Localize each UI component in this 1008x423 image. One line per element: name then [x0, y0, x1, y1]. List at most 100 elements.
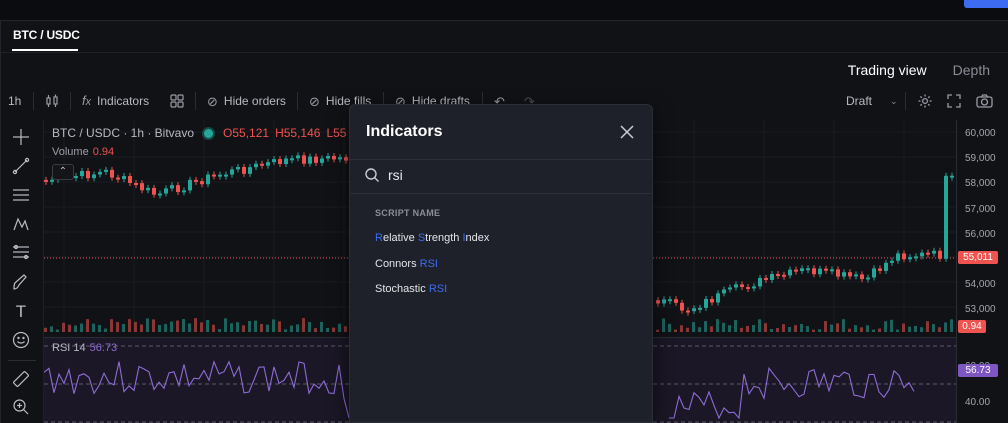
candle-body: [902, 253, 906, 260]
market-status-icon: [204, 128, 214, 138]
tab-trading-view[interactable]: Trading view: [848, 62, 927, 78]
volume-bar: [722, 322, 725, 332]
volume-bar: [950, 319, 953, 332]
candle-body: [812, 268, 816, 275]
volume-bar: [62, 322, 65, 332]
volume-bar: [740, 327, 743, 332]
candle-body: [320, 158, 324, 163]
horizontal-lines-icon[interactable]: [11, 186, 31, 206]
candle-body: [254, 163, 258, 168]
candle-body: [794, 269, 798, 272]
candle-body: [776, 274, 780, 277]
volume-bar: [278, 321, 281, 332]
current-price-tag: 55,011: [958, 251, 998, 264]
volume-bar: [818, 329, 821, 332]
interval-selector[interactable]: 1h: [8, 94, 21, 108]
volume-bar: [800, 323, 803, 332]
candle-body: [896, 253, 900, 261]
fullscreen-icon[interactable]: [947, 94, 961, 108]
match-highlight: RSI: [419, 258, 438, 270]
hide-orders-button[interactable]: ⊘ Hide orders: [207, 94, 286, 108]
candle-body: [944, 175, 948, 259]
brush-icon[interactable]: [11, 273, 31, 293]
candle-body: [908, 257, 912, 260]
volume-bar: [128, 319, 131, 332]
volume-bar: [206, 320, 209, 332]
price-axis[interactable]: 60,000 59,000 58,000 57,000 56,000 54,00…: [956, 120, 1008, 423]
volume-bar: [842, 319, 845, 332]
candle-body: [818, 268, 822, 275]
draft-selector[interactable]: Draft ⌄: [846, 94, 898, 108]
zoom-in-icon[interactable]: [11, 398, 31, 418]
volume-bar: [188, 323, 191, 332]
candle-body: [668, 299, 672, 302]
volume-bar: [284, 329, 287, 332]
indicator-search-input[interactable]: [388, 167, 628, 183]
templates-button[interactable]: [170, 94, 184, 108]
emoji-icon[interactable]: [11, 331, 31, 351]
volume-bar: [248, 320, 251, 332]
candle-body: [206, 174, 210, 185]
volume-bar: [926, 321, 929, 332]
top-accent-button[interactable]: [964, 0, 1008, 8]
pattern-icon[interactable]: [11, 215, 31, 235]
tab-divider: [0, 52, 1008, 53]
collapse-legend-button[interactable]: ⌃: [52, 164, 74, 180]
candle-body: [122, 176, 126, 180]
close-icon[interactable]: [618, 123, 636, 141]
candle-body: [170, 185, 174, 189]
pair-tab[interactable]: BTC / USDC: [13, 28, 80, 42]
volume-bar: [158, 325, 161, 332]
volume-bar: [170, 321, 173, 332]
ruler-icon[interactable]: [11, 370, 31, 390]
candle-body: [686, 310, 690, 313]
price-tick: 57,000: [965, 204, 996, 215]
result-text: Connors: [375, 258, 420, 270]
volume-bar: [806, 326, 809, 332]
fib-retracement-icon[interactable]: [11, 244, 31, 264]
rsi-value: 56.73: [89, 342, 118, 354]
candle-style-icon[interactable]: [45, 94, 59, 108]
volume-bar: [854, 325, 857, 332]
trend-line-icon[interactable]: [11, 157, 31, 177]
toolbar-divider: [297, 92, 298, 110]
volume-bar: [878, 328, 881, 332]
volume-bar: [140, 324, 143, 332]
text-tool-icon[interactable]: T: [11, 302, 31, 322]
volume-bar: [812, 329, 815, 332]
volume-bar: [296, 324, 299, 332]
settings-icon[interactable]: [917, 93, 933, 109]
volume-bar: [110, 319, 113, 332]
candle-body: [884, 262, 888, 271]
indicators-button[interactable]: fx Indicators: [82, 94, 149, 108]
candle-body: [218, 174, 222, 177]
volume-bar: [710, 326, 713, 332]
candle-body: [752, 286, 756, 289]
volume-bar: [218, 329, 221, 332]
volume-bar: [698, 327, 701, 332]
candle-body: [782, 274, 786, 277]
candle-body: [860, 274, 864, 280]
volume-bar: [92, 323, 95, 332]
volume-bar: [872, 329, 875, 332]
camera-icon[interactable]: [976, 94, 993, 108]
result-item[interactable]: Relative Strength Index: [375, 232, 489, 244]
match-highlight: RSI: [428, 283, 448, 295]
volume-bar: [686, 327, 689, 332]
volume-bar: [674, 329, 677, 332]
volume-bar: [116, 322, 119, 332]
candle-body: [80, 170, 84, 177]
result-item[interactable]: Stochastic RSI: [375, 283, 447, 295]
section-label: SCRIPT NAME: [375, 208, 441, 218]
crosshair-icon[interactable]: [11, 128, 31, 148]
eye-off-icon: ⊘: [207, 93, 218, 109]
result-text: elative: [382, 232, 418, 244]
rsi-legend: RSI 14 56.73: [52, 342, 117, 354]
volume-bar: [920, 327, 923, 332]
candle-body: [872, 268, 876, 278]
volume-bar: [266, 324, 269, 332]
candle-body: [824, 268, 828, 271]
candle-body: [176, 185, 180, 193]
tab-depth[interactable]: Depth: [953, 62, 990, 78]
result-item[interactable]: Connors RSI: [375, 258, 438, 270]
